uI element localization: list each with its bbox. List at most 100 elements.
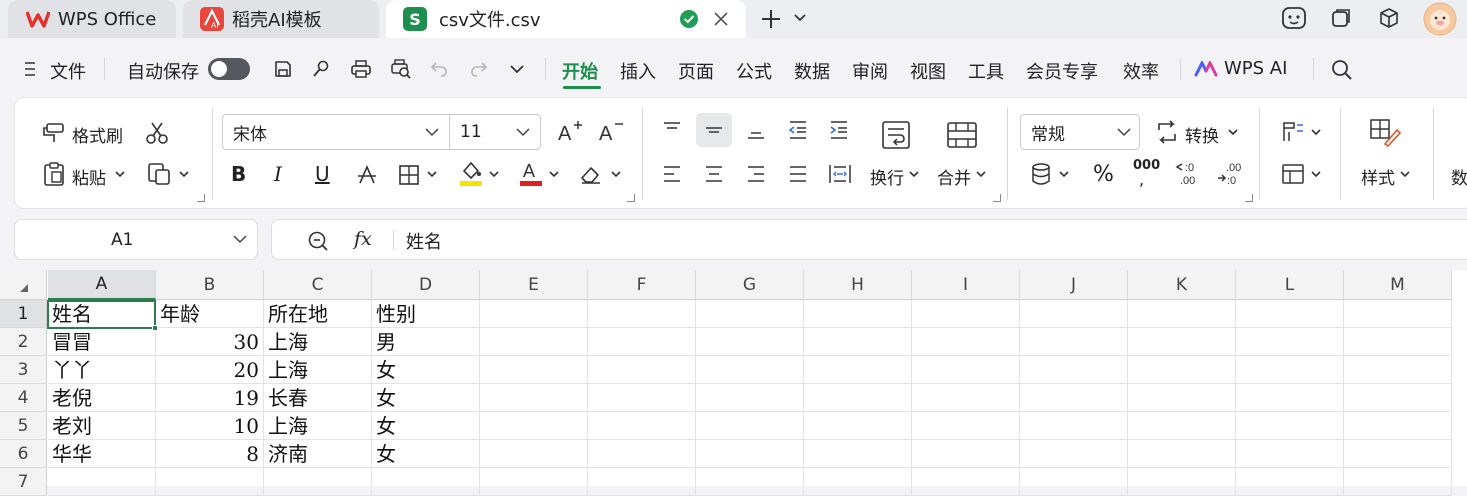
currency-stack-icon[interactable] — [1027, 160, 1055, 188]
cell-m7[interactable] — [1344, 468, 1452, 496]
paste-chevron-icon[interactable] — [113, 168, 127, 180]
cell-e2[interactable] — [480, 328, 588, 356]
merge-button[interactable]: 合并 — [937, 164, 971, 189]
cell-e3[interactable] — [480, 356, 588, 384]
clipboard-launcher-icon[interactable] — [197, 194, 205, 202]
increase-indent-icon[interactable] — [826, 116, 852, 144]
chevron-down-icon[interactable] — [1057, 168, 1071, 180]
cell-j7[interactable] — [1020, 468, 1128, 496]
cell-b5[interactable]: 10 — [156, 412, 264, 440]
tab-member[interactable]: 会员专享 — [1026, 58, 1098, 84]
cell-l6[interactable] — [1236, 440, 1344, 468]
cell-j2[interactable] — [1020, 328, 1128, 356]
cell-j3[interactable] — [1020, 356, 1128, 384]
align-top-icon[interactable] — [659, 116, 685, 144]
cell-b2[interactable]: 30 — [156, 328, 264, 356]
save-icon[interactable] — [270, 56, 296, 82]
cell-l4[interactable] — [1236, 384, 1344, 412]
cell-j1[interactable] — [1020, 300, 1128, 328]
tab-wps-office[interactable]: WPS Office — [8, 0, 176, 38]
tab-page[interactable]: 页面 — [678, 58, 714, 84]
fill-color-icon[interactable] — [457, 158, 485, 188]
cell-a2[interactable]: 冒冒 — [48, 328, 156, 356]
distributed-align-icon[interactable] — [826, 160, 854, 188]
cell-k6[interactable] — [1128, 440, 1236, 468]
file-menu[interactable]: 文件 — [50, 58, 86, 84]
row-header-5[interactable]: 5 — [0, 412, 47, 440]
cell-a3[interactable]: 丫丫 — [48, 356, 156, 384]
select-all-corner[interactable] — [0, 270, 47, 300]
print-icon[interactable] — [348, 56, 374, 82]
paste-clipboard-icon[interactable] — [41, 160, 67, 188]
column-header-k[interactable]: K — [1128, 270, 1236, 300]
cell-c1[interactable]: 所在地 — [264, 300, 372, 328]
cell-a6[interactable]: 华华 — [48, 440, 156, 468]
column-header-f[interactable]: F — [588, 270, 696, 300]
paste-button[interactable]: 粘贴 — [72, 164, 106, 189]
row-header-7[interactable]: 7 — [0, 468, 47, 496]
merge-cells-icon[interactable] — [945, 118, 979, 152]
alignment-launcher-icon[interactable] — [993, 194, 1001, 202]
align-middle-icon[interactable] — [696, 113, 732, 147]
decrease-indent-icon[interactable] — [785, 116, 811, 144]
font-grow-icon[interactable]: A — [555, 116, 585, 146]
chevron-down-icon[interactable] — [1309, 126, 1323, 138]
row-header-4[interactable]: 4 — [0, 384, 47, 412]
chevron-down-icon[interactable] — [974, 168, 988, 180]
cell-k1[interactable] — [1128, 300, 1236, 328]
bold-button[interactable]: B — [231, 162, 246, 186]
cell-d4[interactable]: 女 — [372, 384, 480, 412]
row-header-2[interactable]: 2 — [0, 328, 47, 356]
chevron-down-icon[interactable] — [487, 168, 501, 180]
column-header-m[interactable]: M — [1344, 270, 1452, 300]
font-launcher-icon[interactable] — [627, 194, 635, 202]
chevron-down-icon[interactable] — [547, 168, 561, 180]
cell-l7[interactable] — [1236, 468, 1344, 496]
cell-c7[interactable] — [264, 468, 372, 496]
redo-icon[interactable] — [467, 56, 491, 82]
tab-formula[interactable]: 公式 — [736, 58, 772, 84]
column-header-h[interactable]: H — [804, 270, 912, 300]
cell-f5[interactable] — [588, 412, 696, 440]
cell-d1[interactable]: 性别 — [372, 300, 480, 328]
column-header-d[interactable]: D — [372, 270, 480, 300]
wrap-text-icon[interactable] — [879, 118, 913, 152]
tab-data[interactable]: 数据 — [794, 58, 830, 84]
cell-m6[interactable] — [1344, 440, 1452, 468]
borders-icon[interactable] — [397, 162, 421, 188]
column-header-i[interactable]: I — [912, 270, 1020, 300]
decrease-decimal-icon[interactable]: :0.00 — [1173, 158, 1203, 188]
cell-i2[interactable] — [912, 328, 1020, 356]
cell-h4[interactable] — [804, 384, 912, 412]
cell-d2[interactable]: 男 — [372, 328, 480, 356]
align-center-icon[interactable] — [701, 160, 727, 188]
menu-hamburger-icon[interactable] — [22, 60, 38, 78]
cell-j5[interactable] — [1020, 412, 1128, 440]
row-column-icon[interactable] — [1279, 118, 1307, 146]
copy-icon[interactable] — [145, 160, 173, 188]
cell-l5[interactable] — [1236, 412, 1344, 440]
cube-icon[interactable] — [1376, 5, 1402, 31]
wrap-text-button[interactable]: 换行 — [870, 164, 904, 189]
cell-k5[interactable] — [1128, 412, 1236, 440]
column-header-j[interactable]: J — [1020, 270, 1128, 300]
zoom-search-icon[interactable] — [306, 229, 330, 253]
tab-list-chevron-icon[interactable] — [792, 10, 808, 26]
autosave-toggle[interactable] — [208, 58, 250, 80]
underline-button[interactable]: U — [315, 162, 330, 186]
print-preview-icon[interactable] — [388, 56, 414, 82]
cell-f6[interactable] — [588, 440, 696, 468]
cell-j4[interactable] — [1020, 384, 1128, 412]
cell-l1[interactable] — [1236, 300, 1344, 328]
window-restore-icon[interactable] — [1328, 5, 1354, 31]
number-format-select[interactable]: 常规 — [1020, 114, 1140, 150]
format-painter-button[interactable]: 格式刷 — [72, 122, 123, 147]
chevron-down-icon[interactable] — [1398, 168, 1412, 180]
cell-c2[interactable]: 上海 — [264, 328, 372, 356]
justify-icon[interactable] — [785, 160, 811, 188]
row-header-3[interactable]: 3 — [0, 356, 47, 384]
cell-m3[interactable] — [1344, 356, 1452, 384]
cell-g3[interactable] — [696, 356, 804, 384]
cell-m4[interactable] — [1344, 384, 1452, 412]
worksheet-icon[interactable] — [1279, 160, 1307, 188]
